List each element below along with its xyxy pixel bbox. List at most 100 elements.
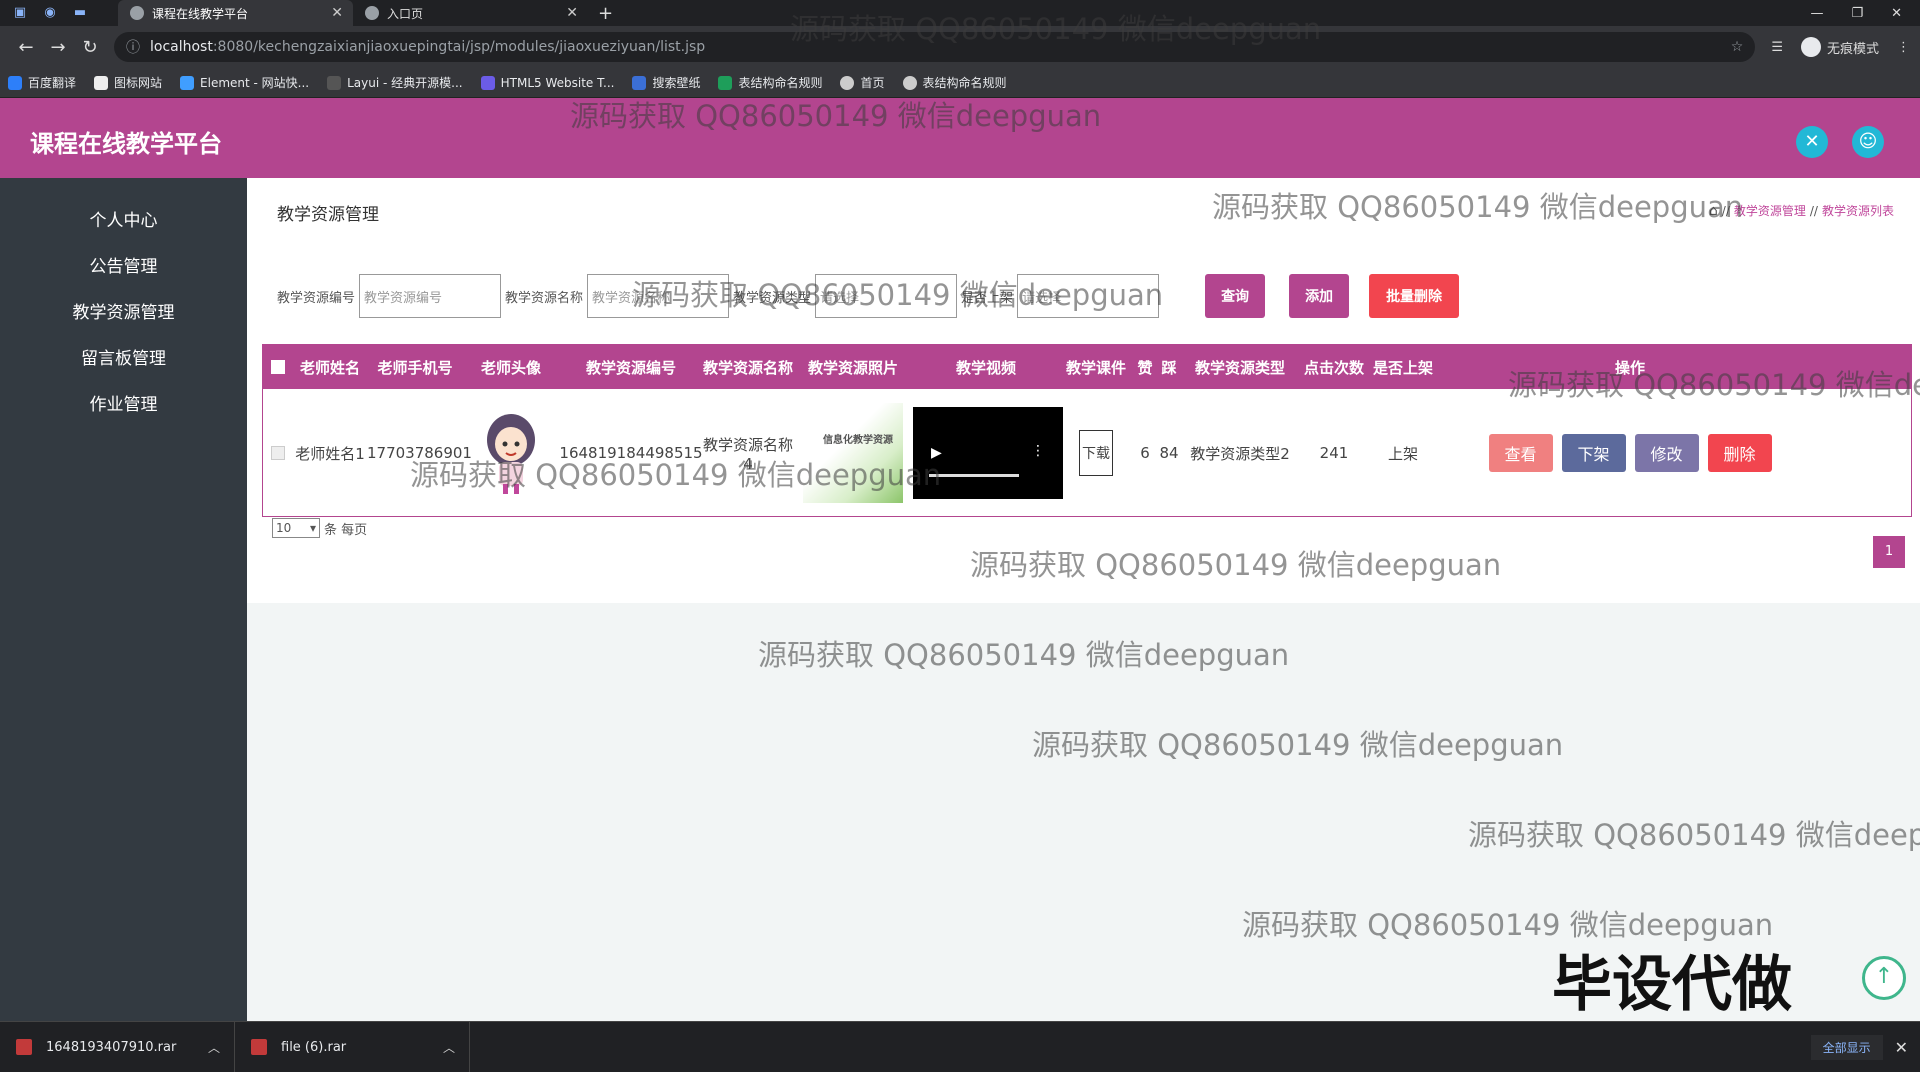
show-all-downloads-button[interactable]: 全部显示	[1810, 1034, 1883, 1060]
home-icon[interactable]: ⌂	[1709, 203, 1718, 219]
search-label: 是否上架	[961, 290, 1014, 306]
back-icon[interactable]: ←	[10, 37, 42, 58]
col-header: 操作	[1614, 358, 1645, 377]
col-header: 教学资源照片	[807, 358, 898, 377]
sidebar-item-profile[interactable]: 个人中心	[0, 198, 247, 244]
address-bar: ← → ↻ ⓘ localhost :8080/kechengzaixianji…	[0, 26, 1920, 68]
resource-no-input[interactable]: 教学资源编号	[359, 274, 502, 318]
bookmark-item[interactable]: 表结构命名规则	[718, 74, 822, 91]
main-content: 教学资源管理 ⌂ // 教学资源管理 // 教学资源列表 教学资源编号 教学资源…	[247, 178, 1920, 603]
wallpaper-icon	[632, 75, 647, 90]
reading-list-icon[interactable]: ☰	[1771, 40, 1783, 55]
sidebar-item-homework[interactable]: 作业管理	[0, 382, 247, 428]
breadcrumb-separator: //	[1809, 203, 1818, 218]
sidebar-item-messages[interactable]: 留言板管理	[0, 336, 247, 382]
forward-icon[interactable]: →	[42, 37, 74, 58]
bookmark-item[interactable]: 首页	[840, 74, 885, 91]
listed-select[interactable]: 请选择	[1017, 274, 1160, 318]
download-item[interactable]: 1648193407910.rar ︿	[0, 1021, 235, 1072]
back-to-top-icon[interactable]: ↑	[1862, 956, 1906, 1000]
bookmark-item[interactable]: 图标网站	[94, 74, 162, 91]
video-progress-bar[interactable]	[929, 474, 1019, 477]
page-number-button[interactable]: 1	[1873, 536, 1905, 568]
cell-type: 教学资源类型2	[1190, 444, 1290, 463]
bookmark-item[interactable]: Layui - 经典开源模...	[327, 74, 463, 91]
bookmark-item[interactable]: 百度翻译	[8, 74, 76, 91]
per-page-label: 条 每页	[324, 522, 368, 538]
table-header: 老师姓名 老师手机号 老师头像 教学资源编号 教学资源名称 教学资源照片 教学视…	[263, 345, 1911, 389]
view-button[interactable]: 查看	[1488, 434, 1553, 472]
cell-listed: 上架	[1387, 444, 1418, 463]
bookmark-star-icon[interactable]: ☆	[1731, 39, 1744, 55]
bilibili-icon[interactable]: ▣	[12, 5, 28, 21]
resource-name-input[interactable]: 教学资源名称	[587, 274, 730, 318]
tab-platform[interactable]: 课程在线教学平台 ✕	[118, 0, 353, 26]
tab-entry[interactable]: 入口页 ✕	[353, 0, 588, 26]
teacher-avatar	[487, 414, 535, 494]
downloads-bar: 1648193407910.rar ︿ file (6).rar ︿ 全部显示 …	[0, 1021, 1920, 1072]
resource-photo[interactable]: 信息化教学资源	[803, 403, 903, 503]
incognito-avatar-icon	[1800, 37, 1821, 57]
reload-icon[interactable]: ↻	[74, 37, 106, 58]
element-icon	[180, 75, 195, 90]
close-downloads-icon[interactable]: ✕	[1883, 1038, 1920, 1057]
bookmark-item[interactable]: 搜索壁纸	[632, 74, 700, 91]
menu-icon[interactable]: ⋮	[1897, 40, 1910, 55]
download-button[interactable]: 下载	[1079, 430, 1113, 476]
query-button[interactable]: 查询	[1205, 274, 1266, 318]
info-icon[interactable]: ⓘ	[126, 37, 140, 57]
user-icon[interactable]: ☺	[1852, 126, 1884, 158]
tab-close-icon[interactable]: ✕	[331, 5, 343, 21]
video-player[interactable]: ▶ ⋮	[913, 407, 1063, 499]
row-checkbox[interactable]	[271, 446, 285, 460]
batch-delete-button[interactable]: 批量删除	[1369, 274, 1460, 318]
chrome-icon[interactable]: ◉	[42, 5, 58, 21]
more-vert-icon[interactable]: ⋮	[1031, 443, 1045, 459]
minimize-icon[interactable]: —	[1810, 6, 1823, 21]
breadcrumb-item[interactable]: 教学资源管理	[1734, 202, 1806, 219]
bookmark-item[interactable]: Element - 网站快...	[180, 74, 309, 91]
toolbar-right: ☰ 无痕模式 ⋮	[1755, 37, 1910, 57]
bookmark-label: Layui - 经典开源模...	[347, 76, 463, 90]
page-size-value: 10	[276, 521, 292, 535]
tab-close-icon[interactable]: ✕	[566, 5, 578, 21]
url-field[interactable]: ⓘ localhost :8080/kechengzaixianjiaoxuep…	[114, 32, 1756, 62]
new-tab-icon[interactable]: +	[588, 3, 623, 24]
download-item[interactable]: file (6).rar ︿	[235, 1021, 470, 1072]
fullscreen-icon[interactable]: ✕	[1796, 126, 1828, 158]
bookmark-label: 百度翻译	[28, 76, 77, 90]
incognito-indicator[interactable]: 无痕模式	[1800, 37, 1879, 57]
search-label: 教学资源类型	[733, 290, 812, 306]
search-label: 教学资源名称	[505, 290, 584, 306]
download-filename: 1648193407910.rar	[46, 1039, 177, 1055]
bookmark-item[interactable]: 表结构命名规则	[902, 74, 1007, 91]
page-size-control: 10 ▾ 条 每页	[272, 518, 367, 538]
incognito-label: 无痕模式	[1826, 41, 1879, 57]
close-window-icon[interactable]: ✕	[1891, 6, 1902, 21]
col-header: 教学资源名称	[703, 358, 794, 377]
restore-icon[interactable]: ❐	[1851, 6, 1863, 21]
sidebar-item-resources[interactable]: 教学资源管理	[0, 290, 247, 336]
col-header: 是否上架	[1372, 358, 1433, 377]
watermark: 源码获取 QQ86050149 微信deepguan	[1468, 818, 1920, 852]
unlist-button[interactable]: 下架	[1561, 434, 1626, 472]
delete-button[interactable]: 删除	[1707, 434, 1772, 472]
breadcrumb-separator: //	[1721, 203, 1730, 218]
cell-resource-no: 164819184498515	[559, 444, 703, 462]
select-all-checkbox[interactable]	[271, 360, 285, 374]
chevron-up-icon[interactable]: ︿	[443, 1039, 455, 1056]
breadcrumb-item: 教学资源列表	[1821, 204, 1894, 218]
window-icon[interactable]: ▬	[72, 5, 88, 21]
cell-courseware: 下载	[1059, 430, 1133, 476]
bookmark-item[interactable]: HTML5 Website T...	[480, 75, 614, 90]
chevron-up-icon[interactable]: ︿	[208, 1039, 220, 1056]
globe-icon	[902, 75, 917, 90]
page-size-select[interactable]: 10 ▾	[272, 518, 320, 538]
col-header: 老师手机号	[377, 358, 453, 377]
add-button[interactable]: 添加	[1289, 274, 1350, 318]
play-icon[interactable]: ▶	[931, 445, 942, 461]
edit-button[interactable]: 修改	[1634, 434, 1699, 472]
resource-type-select[interactable]: 请选择	[815, 274, 958, 318]
sidebar-item-announcements[interactable]: 公告管理	[0, 244, 247, 290]
watermark: 源码获取 QQ86050149 微信deepguan	[758, 638, 1290, 672]
